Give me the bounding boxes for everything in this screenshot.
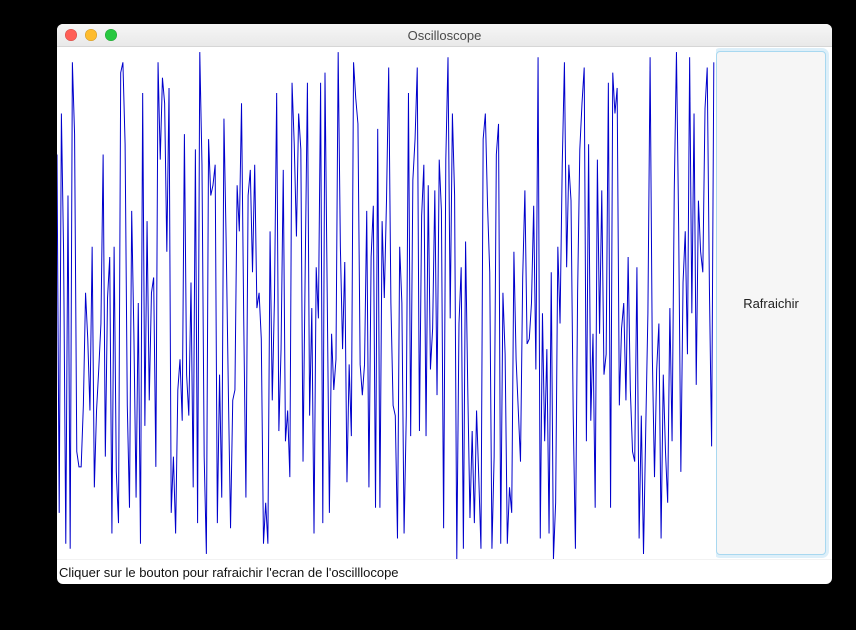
zoom-icon[interactable]: [105, 29, 117, 41]
refresh-button-label: Rafraichir: [743, 296, 799, 311]
window-controls: [65, 29, 117, 41]
oscilloscope-trace: [57, 47, 716, 559]
titlebar: Oscilloscope: [57, 24, 832, 47]
sidebar: Rafraichir: [716, 47, 832, 559]
app-window: Oscilloscope Rafraichir Cliquer sur le b…: [57, 24, 832, 584]
signal-trace: [57, 52, 714, 559]
oscilloscope-canvas: [57, 47, 716, 559]
refresh-button[interactable]: Rafraichir: [716, 51, 826, 555]
window-title: Oscilloscope: [408, 28, 482, 43]
content: Rafraichir Cliquer sur le bouton pour ra…: [57, 47, 832, 584]
main-area: Rafraichir: [57, 47, 832, 559]
status-text: Cliquer sur le bouton pour rafraichir l'…: [59, 565, 399, 580]
minimize-icon[interactable]: [85, 29, 97, 41]
status-bar: Cliquer sur le bouton pour rafraichir l'…: [57, 559, 832, 584]
close-icon[interactable]: [65, 29, 77, 41]
